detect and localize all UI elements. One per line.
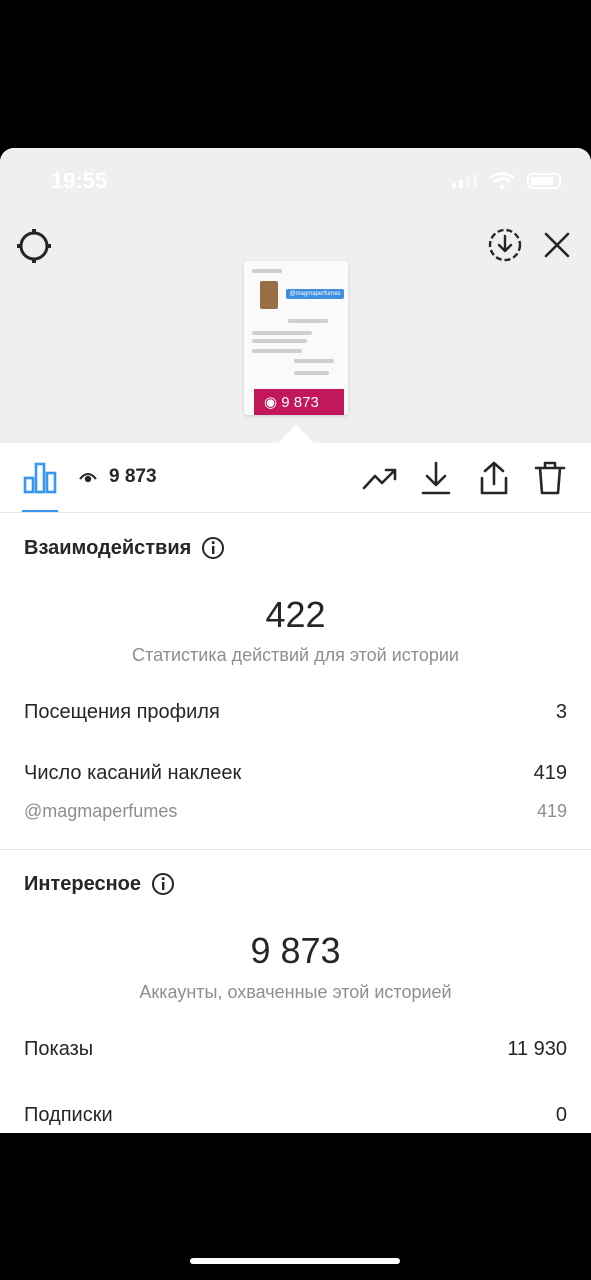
interactions-title: Взаимодействия bbox=[24, 536, 192, 559]
interactions-heading: Взаимодействия bbox=[24, 536, 225, 560]
save-story-button[interactable] bbox=[486, 226, 524, 264]
story-thumbnail[interactable]: @magmaperfumes ◉ 9 873 bbox=[244, 261, 348, 415]
impressions-value: 11 930 bbox=[507, 1038, 567, 1060]
sticker-taps-label: Число касаний наклеек bbox=[24, 762, 242, 784]
delete-trash-icon[interactable] bbox=[532, 460, 568, 496]
eye-icon bbox=[79, 473, 97, 483]
story-view-overlay: ◉ 9 873 bbox=[264, 394, 319, 411]
download-icon[interactable] bbox=[418, 460, 454, 496]
gear-icon bbox=[17, 229, 51, 263]
share-icon[interactable] bbox=[476, 460, 512, 496]
section-divider bbox=[0, 849, 591, 850]
reach-total: 9 873 bbox=[250, 930, 341, 971]
insights-tab[interactable] bbox=[22, 460, 58, 496]
download-circle-icon bbox=[488, 228, 522, 262]
discovery-title: Интересное bbox=[24, 872, 141, 895]
active-tab-indicator bbox=[22, 510, 58, 512]
follows-label: Подписки bbox=[24, 1104, 113, 1126]
impressions-label: Показы bbox=[24, 1038, 94, 1060]
mention-sticker-label: @magmaperfumes bbox=[24, 801, 178, 821]
trend-up-icon[interactable] bbox=[362, 460, 398, 496]
signal-icon bbox=[452, 174, 477, 188]
sticker-taps-value: 419 bbox=[533, 762, 567, 784]
settings-gear-button[interactable] bbox=[14, 226, 54, 266]
mention-sticker-row: @magmaperfumes 419 bbox=[24, 801, 567, 822]
wifi-icon bbox=[489, 172, 515, 190]
views-count: 9 873 bbox=[109, 466, 157, 487]
profile-visits-row: Посещения профиля 3 bbox=[24, 701, 567, 724]
home-indicator[interactable] bbox=[190, 1258, 400, 1264]
profile-visits-label: Посещения профиля bbox=[24, 701, 220, 723]
close-button[interactable] bbox=[540, 228, 574, 262]
views-summary[interactable]: 9 873 bbox=[79, 466, 157, 488]
status-icons bbox=[452, 172, 561, 190]
profile-visits-value: 3 bbox=[555, 701, 567, 723]
interactions-caption: Статистика действий для этой истории bbox=[132, 645, 459, 665]
status-time: 19:55 bbox=[51, 168, 108, 193]
interactions-total: 422 bbox=[265, 594, 326, 635]
battery-icon bbox=[527, 173, 561, 189]
insights-sheet: 19:55 @magmaperfumes ◉ 9 873 9 873 Взаим… bbox=[0, 148, 591, 1133]
follows-row: Подписки 0 bbox=[24, 1104, 567, 1127]
story-header-area: 19:55 @magmaperfumes ◉ 9 873 bbox=[0, 148, 591, 443]
close-icon bbox=[544, 232, 570, 258]
sticker-taps-row: Число касаний наклеек 419 bbox=[24, 762, 567, 785]
follows-value: 0 bbox=[555, 1104, 567, 1126]
product-image bbox=[260, 281, 278, 309]
info-icon[interactable] bbox=[201, 536, 225, 560]
info-icon[interactable] bbox=[151, 872, 175, 896]
discovery-heading: Интересное bbox=[24, 872, 175, 896]
reach-caption: Аккаунты, охваченные этой историей bbox=[139, 982, 452, 1002]
mention-sticker-value: 419 bbox=[536, 801, 567, 821]
insights-toolbar: 9 873 bbox=[0, 444, 591, 513]
mention-sticker: @magmaperfumes bbox=[286, 289, 344, 299]
bar-chart-icon bbox=[23, 462, 57, 494]
impressions-row: Показы 11 930 bbox=[24, 1038, 567, 1061]
